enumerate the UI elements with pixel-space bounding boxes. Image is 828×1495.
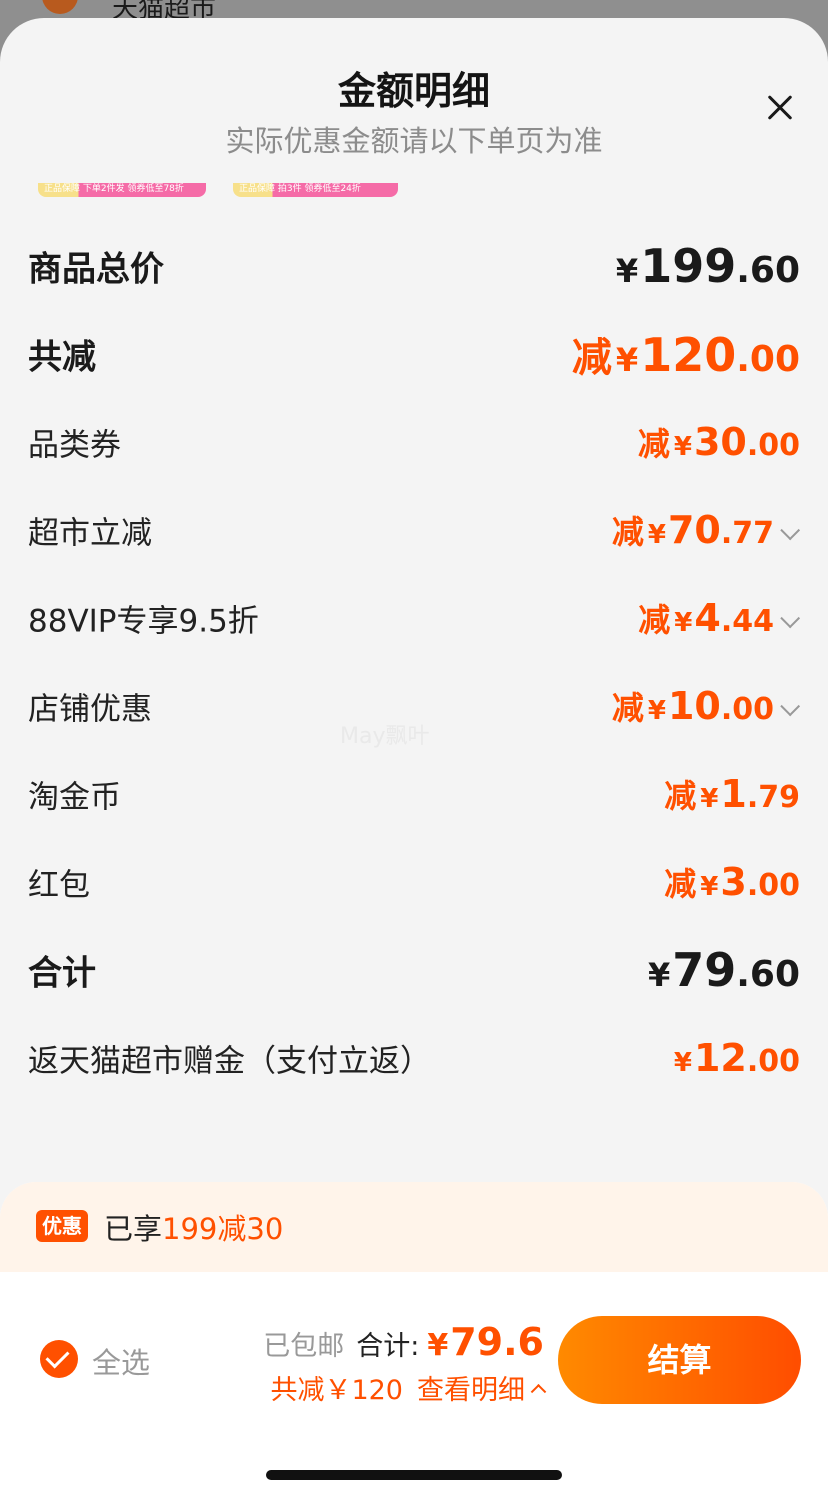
- close-icon[interactable]: [760, 88, 800, 128]
- promo-chip: 正品保障 下单2件发 领券低至78折: [38, 183, 206, 197]
- chevron-down-icon[interactable]: [780, 520, 801, 541]
- chevron-down-icon[interactable]: [780, 696, 801, 717]
- row-label: 88VIP专享9.5折: [28, 603, 259, 640]
- reduce-prefix: 减: [611, 513, 644, 551]
- amount-integer: 4: [694, 596, 721, 640]
- currency-symbol: ¥: [700, 872, 719, 902]
- chevron-up-icon: [530, 1383, 547, 1400]
- row-taojinbi: 淘金币 减 ¥1.79: [28, 754, 800, 834]
- shipping-status: 已包邮: [263, 1331, 345, 1362]
- currency-symbol: ¥: [700, 784, 719, 814]
- amount-integer: 1: [720, 772, 747, 816]
- amount-decimal: .00: [736, 339, 800, 380]
- promo-tag: 优惠: [36, 1210, 88, 1242]
- reduce-prefix: 减: [611, 689, 644, 727]
- row-amount: 减 ¥70.77: [611, 507, 801, 553]
- sheet-subtitle: 实际优惠金额请以下单页为准: [225, 124, 603, 158]
- amount-decimal: .79: [746, 780, 800, 815]
- watermark: May飘叶: [340, 724, 430, 749]
- row-label: 品类券: [28, 427, 121, 464]
- saved-line: 共减￥120 查看明细: [270, 1368, 547, 1407]
- promo-prefix: 已享: [104, 1212, 163, 1246]
- saved-amount: 共减￥120: [270, 1375, 403, 1406]
- promo-banner: 优惠 已享199减30: [0, 1182, 828, 1272]
- amount-integer: 120: [640, 328, 737, 382]
- row-supermarket-discount[interactable]: 超市立减 减 ¥70.77: [28, 490, 801, 570]
- promo-text: 已享199减30: [104, 1206, 283, 1248]
- avatar: [42, 0, 78, 14]
- amount-decimal: .60: [736, 954, 800, 995]
- reduce-prefix: 减: [638, 601, 671, 639]
- checkout-bar: 优惠 已享199减30 全选 已包邮 合计: ¥ 79.6 共减￥120 查看明…: [0, 1182, 828, 1495]
- amount-decimal: .00: [720, 692, 774, 727]
- row-amount: ¥12.00: [674, 1036, 800, 1080]
- row-amount: 减 ¥120.00: [572, 325, 800, 383]
- amount-integer: 12: [693, 1036, 747, 1080]
- amount-decimal: .60: [736, 250, 800, 291]
- row-label: 合计: [28, 953, 96, 994]
- reduce-prefix: 减: [571, 335, 612, 381]
- currency-symbol: ¥: [615, 252, 639, 290]
- totals-line: 已包邮 合计: ¥ 79.6: [263, 1320, 544, 1364]
- row-red-packet: 红包 减 ¥3.00: [28, 842, 800, 922]
- amount-integer: 10: [667, 684, 721, 728]
- reduce-prefix: 减: [637, 425, 670, 463]
- view-detail-link[interactable]: 查看明细: [417, 1368, 547, 1407]
- total-value: 79.6: [450, 1320, 544, 1364]
- amount-integer: 79: [672, 943, 737, 997]
- row-label: 商品总价: [28, 249, 164, 290]
- checkmark-icon[interactable]: [40, 1340, 78, 1378]
- row-vip-discount[interactable]: 88VIP专享9.5折 减 ¥4.44: [28, 578, 801, 658]
- amount-decimal: .77: [720, 516, 774, 551]
- row-goods-total: 商品总价 ¥199.60: [28, 226, 800, 306]
- row-amount: ¥199.60: [616, 239, 800, 293]
- row-amount: 减 ¥30.00: [638, 419, 800, 465]
- currency-symbol: ¥: [615, 341, 639, 379]
- amount-decimal: .00: [746, 868, 800, 903]
- home-indicator: [266, 1470, 562, 1480]
- row-label: 店铺优惠: [28, 691, 152, 728]
- promo-chip: 正品保障 拍3件 领券低至24折: [233, 183, 398, 197]
- select-all-label[interactable]: 全选: [92, 1340, 150, 1382]
- view-detail-label: 查看明细: [417, 1375, 525, 1406]
- row-cashback: 返天猫超市赠金（支付立返） ¥12.00: [28, 1018, 800, 1098]
- row-amount: 减 ¥1.79: [664, 771, 800, 817]
- amount-decimal: .00: [746, 428, 800, 463]
- currency-symbol: ¥: [647, 696, 666, 726]
- row-label: 超市立减: [28, 515, 152, 552]
- row-amount: 减 ¥10.00: [611, 683, 801, 729]
- currency-symbol: ¥: [647, 520, 666, 550]
- reduce-prefix: 减: [664, 865, 697, 903]
- amount-integer: 199: [640, 239, 737, 293]
- row-grand-total: 合计 ¥79.60: [28, 930, 800, 1010]
- amount-integer: 3: [720, 860, 747, 904]
- amount-integer: 70: [667, 508, 721, 552]
- checkout-button[interactable]: 结算: [558, 1316, 801, 1404]
- row-category-coupon: 品类券 减 ¥30.00: [28, 402, 800, 482]
- amount-integer: 30: [693, 420, 747, 464]
- row-label: 红包: [28, 867, 90, 904]
- currency-symbol: ¥: [647, 956, 671, 994]
- row-total-reduced: 共减 减 ¥120.00: [28, 314, 800, 394]
- row-label: 返天猫超市赠金（支付立返）: [28, 1043, 431, 1080]
- sheet-header: 金额明细 实际优惠金额请以下单页为准: [0, 18, 828, 168]
- currency-symbol: ¥: [427, 1328, 449, 1363]
- chevron-down-icon[interactable]: [780, 608, 801, 629]
- row-label: 共减: [28, 337, 96, 378]
- row-label: 淘金币: [28, 779, 121, 816]
- amount-decimal: .00: [746, 1044, 800, 1079]
- reduce-prefix: 减: [664, 777, 697, 815]
- amount-decimal: .44: [720, 604, 774, 639]
- currency-symbol: ¥: [674, 608, 693, 638]
- sheet-title: 金额明细: [337, 69, 490, 113]
- currency-symbol: ¥: [673, 1048, 692, 1078]
- total-label: 合计:: [356, 1331, 420, 1362]
- currency-symbol: ¥: [673, 432, 692, 462]
- row-amount: 减 ¥3.00: [664, 859, 800, 905]
- promo-chip-strip: 正品保障 下单2件发 领券低至78折 正品保障 拍3件 领券低至24折: [38, 183, 398, 197]
- row-amount: ¥79.60: [648, 943, 800, 997]
- row-amount: 减 ¥4.44: [638, 595, 801, 641]
- promo-highlight: 199减30: [162, 1212, 284, 1246]
